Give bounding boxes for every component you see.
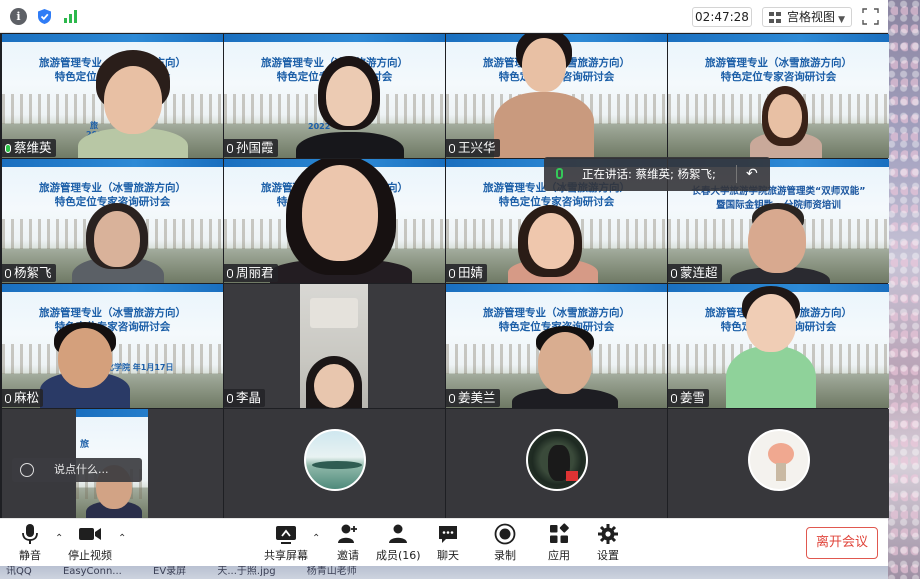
quick-chat-input[interactable]: 说点什么... bbox=[12, 458, 142, 482]
chevron-up-icon[interactable]: ⌃ bbox=[312, 533, 320, 544]
mic-icon bbox=[449, 269, 455, 278]
video-tile[interactable]: 旅游管理专业（冰雪旅游方向）特色定位专家咨询研讨会 旅 2022 蔡维英 bbox=[2, 34, 223, 158]
meeting-toolbar: 静音 ⌃ 停止视频 ⌃ 共享屏幕 ⌃ 邀请 成员(16) 聊天 录制 应用 设置… bbox=[0, 518, 888, 566]
stop-video-button[interactable]: 停止视频 bbox=[66, 523, 114, 563]
taskbar-item[interactable]: EasyConn... bbox=[63, 566, 122, 577]
avatar bbox=[304, 429, 366, 491]
microphone-icon bbox=[14, 523, 46, 545]
mic-icon bbox=[5, 269, 11, 278]
mic-icon bbox=[449, 144, 455, 153]
meeting-topbar: i 02:47:28 宫格视图 ▼ bbox=[0, 0, 888, 33]
grid-view-icon bbox=[769, 12, 781, 23]
participant-name-label: 田婧 bbox=[446, 264, 488, 282]
slide-subtitle: 特色定位专家咨询研讨会 bbox=[720, 71, 837, 83]
mute-button[interactable]: 静音 bbox=[14, 523, 46, 563]
mic-icon bbox=[556, 168, 563, 179]
participant-name-label: 姜美兰 bbox=[446, 389, 500, 407]
emoji-icon[interactable] bbox=[20, 463, 34, 477]
active-speaker-banner: 正在讲话: 蔡维英; 杨絮飞; ↶ bbox=[544, 157, 770, 191]
shield-icon[interactable] bbox=[36, 8, 53, 25]
mic-icon bbox=[227, 394, 233, 403]
mic-icon bbox=[671, 394, 677, 403]
slide-fragment: 旅 bbox=[80, 440, 90, 450]
chat-button[interactable]: 聊天 bbox=[434, 523, 462, 563]
members-button[interactable]: 成员(16) bbox=[376, 523, 421, 563]
chevron-down-icon: ▼ bbox=[838, 15, 845, 25]
signal-icon[interactable] bbox=[62, 8, 79, 25]
chevron-up-icon[interactable]: ⌃ bbox=[55, 533, 63, 544]
chat-placeholder: 说点什么... bbox=[54, 463, 109, 476]
taskbar-item[interactable]: 杨青山老师 bbox=[307, 566, 357, 577]
video-tile[interactable] bbox=[224, 409, 445, 518]
view-mode-label: 宫格视图 bbox=[787, 10, 836, 24]
video-tile[interactable]: 旅游管理专业（冰雪旅游方向）特色定位专家咨询研讨会 姜雪 bbox=[668, 284, 889, 408]
meeting-window: i 02:47:28 宫格视图 ▼ 旅游管理专业（冰雪旅游方向）特色定位专家咨询… bbox=[0, 0, 889, 566]
taskbar-item[interactable]: 天...于照.jpg bbox=[217, 566, 275, 577]
participant-name-label: 王兴华 bbox=[446, 139, 500, 157]
video-tile[interactable]: 旅游管理专业（冰雪旅游方向）特色定位专家咨询研讨会 王兴华 bbox=[446, 34, 667, 158]
add-user-icon bbox=[334, 523, 362, 545]
participant-name-label: 麻松 bbox=[2, 389, 44, 407]
taskbar-item[interactable]: EV录屏 bbox=[153, 566, 186, 577]
mic-icon bbox=[449, 394, 455, 403]
camera-icon bbox=[66, 523, 114, 545]
participant-name-label: 蒙连超 bbox=[668, 264, 722, 282]
video-tile[interactable]: 旅游管理专业（冰雪旅游方向）特色定位专家咨询研讨会 2022 孙国霞 bbox=[224, 34, 445, 158]
video-tile[interactable]: 李晶 bbox=[224, 284, 445, 408]
apps-button[interactable]: 应用 bbox=[545, 523, 573, 563]
participant-name-label: 蔡维英 bbox=[2, 139, 56, 157]
share-screen-icon bbox=[263, 523, 309, 545]
chevron-up-icon[interactable]: ⌃ bbox=[118, 533, 126, 544]
meeting-timer: 02:47:28 bbox=[692, 7, 752, 27]
participant-name-label: 孙国霞 bbox=[224, 139, 278, 157]
share-screen-button[interactable]: 共享屏幕 bbox=[263, 523, 309, 563]
slide-title: 旅游管理专业（冰雪旅游方向） bbox=[39, 182, 186, 194]
mic-icon bbox=[227, 269, 233, 278]
mic-icon bbox=[671, 269, 677, 278]
video-tile[interactable]: 旅游管理专业（冰雪旅游方向）特色定位专家咨询研讨会 姜美兰 bbox=[446, 284, 667, 408]
mic-icon bbox=[5, 394, 11, 403]
avatar bbox=[748, 429, 810, 491]
video-tile[interactable]: 旅游管理专业（冰雪旅游方向） 特色定位专家咨询研讨会 文化学院 年1月17日 麻松 bbox=[2, 284, 223, 408]
leave-meeting-button[interactable]: 离开会议 bbox=[806, 527, 878, 559]
video-tile[interactable]: 旅游管理专业（冰雪旅游方向）特色定位专家咨询研讨会 周丽君 bbox=[224, 159, 445, 283]
video-tile[interactable] bbox=[446, 409, 667, 518]
slide-title: 旅游管理专业（冰雪旅游方向） bbox=[483, 307, 630, 319]
members-icon bbox=[376, 523, 420, 545]
mic-icon bbox=[227, 144, 233, 153]
participant-video bbox=[300, 284, 368, 408]
video-tile[interactable]: 旅游管理专业（冰雪旅游方向） 特色定位专家咨询研讨会 杨絮飞 bbox=[2, 159, 223, 283]
slide-title: 旅游管理专业（冰雪旅游方向） bbox=[39, 307, 186, 319]
participant-name-label: 杨絮飞 bbox=[2, 264, 56, 282]
chat-icon bbox=[434, 523, 462, 545]
settings-button[interactable]: 设置 bbox=[594, 523, 622, 563]
invite-button[interactable]: 邀请 bbox=[334, 523, 362, 563]
participant-name-label: 姜雪 bbox=[668, 389, 710, 407]
avatar bbox=[526, 429, 588, 491]
collapse-icon[interactable]: ↶ bbox=[746, 157, 758, 191]
video-tile[interactable]: 旅游管理专业（冰雪旅游方向） 特色定位专家咨询研讨会 bbox=[668, 34, 889, 158]
video-grid: 旅游管理专业（冰雪旅游方向）特色定位专家咨询研讨会 旅 2022 蔡维英 旅游管… bbox=[0, 33, 889, 518]
participant-name-label: 李晶 bbox=[224, 389, 266, 407]
taskbar-item[interactable]: 讯QQ bbox=[6, 566, 32, 577]
gear-icon bbox=[594, 523, 622, 545]
video-tile[interactable] bbox=[668, 409, 889, 518]
apps-icon bbox=[545, 523, 573, 545]
slide-title: 旅游管理专业（冰雪旅游方向） bbox=[705, 57, 852, 69]
record-button[interactable]: 录制 bbox=[491, 523, 519, 563]
mic-on-icon bbox=[5, 144, 11, 153]
taskbar: 讯QQ EasyConn... EV录屏 天...于照.jpg 杨青山老师 bbox=[0, 565, 888, 579]
participant-name-label: 周丽君 bbox=[224, 264, 278, 282]
active-speaker-text: 正在讲话: 蔡维英; 杨絮飞; bbox=[582, 167, 716, 181]
info-icon[interactable]: i bbox=[10, 8, 27, 25]
record-icon bbox=[491, 523, 519, 545]
view-mode-button[interactable]: 宫格视图 ▼ bbox=[762, 7, 852, 27]
desktop-background bbox=[888, 0, 920, 579]
fullscreen-icon[interactable] bbox=[862, 8, 879, 25]
